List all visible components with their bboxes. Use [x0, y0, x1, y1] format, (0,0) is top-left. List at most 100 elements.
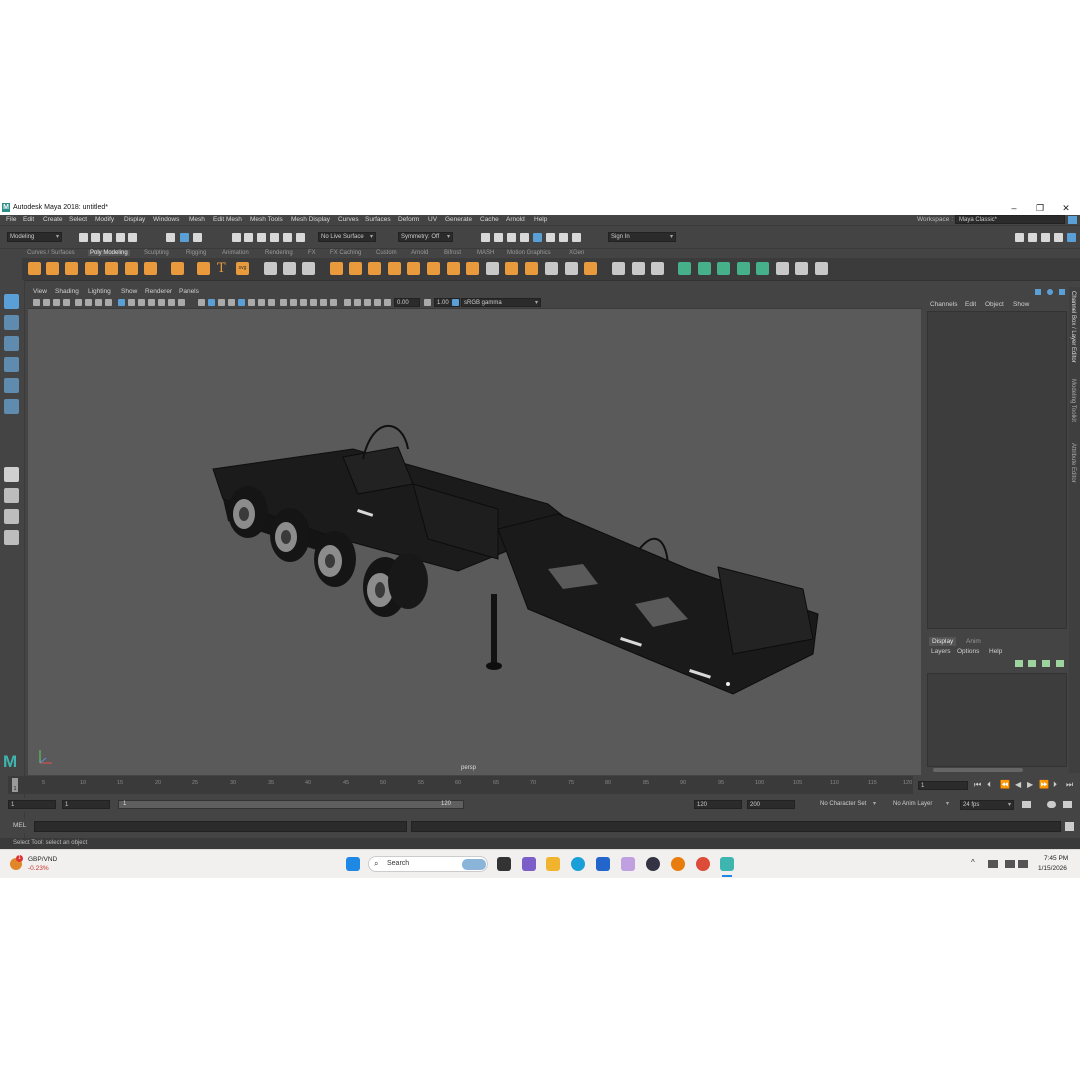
close-button[interactable]: ✕ — [1056, 202, 1076, 214]
vp-menu-shading[interactable]: Shading — [55, 288, 79, 295]
fill-hole-icon[interactable] — [388, 262, 401, 275]
menu-curves[interactable]: Curves — [338, 216, 359, 223]
start-time-field[interactable]: 1 — [8, 800, 56, 809]
menu-mesh-display[interactable]: Mesh Display — [291, 216, 330, 223]
ipr-render-icon[interactable] — [507, 233, 516, 242]
step-forward-icon[interactable]: ⏵ — [1053, 780, 1057, 790]
poly-cube-icon[interactable] — [46, 262, 59, 275]
move-layer-up-icon[interactable] — [1042, 660, 1050, 667]
shelf-tab-mash[interactable]: MASH — [477, 250, 494, 256]
exposure-field[interactable]: 0.00 — [394, 298, 420, 307]
chrome-icon[interactable] — [696, 857, 710, 871]
poly-plane-icon[interactable] — [125, 262, 138, 275]
clock-date[interactable]: 1/15/2026 — [1038, 865, 1067, 872]
task-view-icon[interactable] — [497, 857, 511, 871]
rotate-tool-icon[interactable] — [4, 378, 19, 393]
gate-mask-icon[interactable] — [138, 299, 145, 306]
shadows-icon[interactable] — [248, 299, 255, 306]
bevel-icon[interactable] — [368, 262, 381, 275]
bridge-icon[interactable] — [349, 262, 362, 275]
volume-icon[interactable] — [1018, 860, 1028, 868]
separate-icon[interactable] — [283, 262, 296, 275]
select-component-icon[interactable] — [193, 233, 202, 242]
shelf-tab-fx[interactable]: FX — [308, 250, 316, 256]
menu-surfaces[interactable]: Surfaces — [365, 216, 391, 223]
menu-modify[interactable]: Modify — [95, 216, 114, 223]
gamma-icon[interactable] — [424, 299, 431, 306]
menu-select[interactable]: Select — [69, 216, 87, 223]
clock-time[interactable]: 7:45 PM — [1044, 855, 1068, 862]
circularize-icon[interactable] — [584, 262, 597, 275]
use-all-lights-icon[interactable] — [238, 299, 245, 306]
super-shape-icon[interactable] — [197, 262, 210, 275]
currency-name[interactable]: GBP/VND — [28, 856, 57, 863]
camera-attributes-icon[interactable] — [43, 299, 50, 306]
target-weld-icon[interactable] — [525, 262, 538, 275]
snap-surface-icon[interactable] — [283, 233, 292, 242]
uv-editor-icon[interactable] — [776, 262, 789, 275]
render-frame-icon[interactable] — [494, 233, 503, 242]
single-perspective-layout-icon[interactable] — [4, 467, 19, 482]
anim-prefs-icon[interactable] — [1063, 801, 1072, 808]
range-slider[interactable]: 1 120 — [118, 800, 464, 809]
new-layer-selected-icon[interactable] — [1028, 660, 1036, 667]
edge-browser-icon[interactable] — [571, 857, 585, 871]
poly-disc-icon[interactable] — [144, 262, 157, 275]
snap-view-plane-icon[interactable] — [270, 233, 279, 242]
text-tool-icon[interactable]: T — [217, 261, 226, 276]
go-to-end-icon[interactable]: ⏭ — [1066, 780, 1073, 790]
next-key-icon[interactable]: ⏩ — [1039, 780, 1049, 789]
mel-label[interactable]: MEL — [13, 822, 26, 829]
tool-settings-icon[interactable] — [1041, 233, 1050, 242]
outliner-layout-icon[interactable] — [4, 530, 19, 545]
wireframe-on-shaded-icon[interactable] — [218, 299, 225, 306]
new-layer-icon[interactable] — [1015, 660, 1023, 667]
hypershade-icon[interactable] — [533, 233, 542, 242]
screen-space-ao-icon[interactable] — [258, 299, 265, 306]
layout-toggle-icon[interactable] — [1067, 233, 1076, 242]
playback-end-field[interactable]: 120 — [694, 800, 742, 809]
grid-icon[interactable] — [118, 299, 125, 306]
attribute-editor-icon[interactable] — [1028, 233, 1037, 242]
workspace-select[interactable]: Maya Classic* — [955, 215, 1065, 224]
offset-edge-loop-icon[interactable] — [486, 262, 499, 275]
network-icon[interactable] — [988, 860, 998, 868]
spherical-uv-icon[interactable] — [717, 262, 730, 275]
poly-sphere-icon[interactable] — [28, 262, 41, 275]
menu-edit-mesh[interactable]: Edit Mesh — [213, 216, 242, 223]
bool-union-icon[interactable] — [407, 262, 420, 275]
color-management-icon[interactable] — [452, 299, 459, 306]
camera-lock-icon[interactable] — [374, 299, 381, 306]
exposure-icon[interactable] — [384, 299, 391, 306]
cylindrical-uv-icon[interactable] — [698, 262, 711, 275]
cb-menu-object[interactable]: Object — [985, 301, 1004, 308]
menu-generate[interactable]: Generate — [445, 216, 472, 223]
shelf-tab-xgen[interactable]: XGen — [569, 250, 584, 256]
svg-tool-icon[interactable]: svg — [236, 262, 249, 275]
poly-cylinder-icon[interactable] — [65, 262, 78, 275]
grease-pencil-icon[interactable] — [85, 299, 92, 306]
maya-taskbar-icon[interactable] — [720, 857, 734, 871]
two-pane-layout-icon[interactable] — [4, 509, 19, 524]
vp-menu-lighting[interactable]: Lighting — [88, 288, 111, 295]
menu-deform[interactable]: Deform — [398, 216, 419, 223]
display-icon[interactable] — [1005, 860, 1015, 868]
smooth-shade-icon[interactable] — [198, 299, 205, 306]
menu-windows[interactable]: Windows — [153, 216, 179, 223]
go-to-start-icon[interactable]: ⏮ — [974, 780, 981, 790]
hud-icon[interactable] — [354, 299, 361, 306]
arnold-render-icon[interactable] — [546, 233, 555, 242]
vp-menu-renderer[interactable]: Renderer — [145, 288, 172, 295]
panel-pin-icon[interactable] — [1059, 289, 1065, 295]
script-editor-icon[interactable] — [1065, 822, 1074, 831]
cb-menu-show[interactable]: Show — [1013, 301, 1029, 308]
menu-file[interactable]: File — [6, 216, 16, 223]
menu-display[interactable]: Display — [124, 216, 145, 223]
maximize-button[interactable]: ❐ — [1030, 202, 1050, 214]
step-back-icon[interactable]: ⏴ — [987, 780, 991, 790]
insert-edge-loop-icon[interactable] — [466, 262, 479, 275]
menu-create[interactable]: Create — [43, 216, 63, 223]
safe-title-icon[interactable] — [168, 299, 175, 306]
workspace-lock-icon[interactable] — [1068, 216, 1077, 224]
blender-icon[interactable] — [671, 857, 685, 871]
